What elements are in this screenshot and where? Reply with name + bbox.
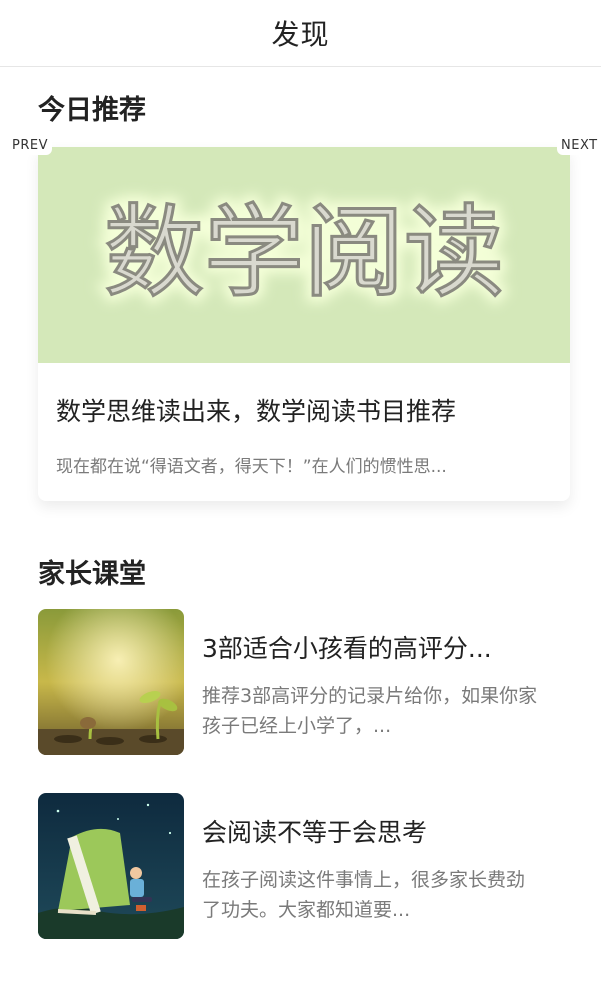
article-title: 会阅读不等于会思考 (202, 818, 428, 847)
section-title-today: 今日推荐 (38, 95, 146, 126)
section-title-parents: 家长课堂 (38, 559, 146, 590)
list-item-article-1[interactable]: 3部适合小孩看的高评分... 推荐3部高评分的记录片给你，如果你家孩子已经上小学… (38, 609, 578, 757)
article-summary: 推荐3部高评分的记录片给你，如果你家孩子已经上小学了，... (202, 685, 538, 737)
page-title: 发现 (271, 18, 330, 51)
top-nav-bar: 发现 (0, 0, 601, 67)
featured-article-title: 数学思维读出来，数学阅读书目推荐 (56, 397, 457, 426)
article-thumbnail-sprout (38, 609, 184, 755)
article-thumbnail-book-reader (38, 793, 184, 939)
list-item-article-2[interactable]: 会阅读不等于会思考 在孩子阅读这件事情上，很多家长费劲了功夫。大家都知道要... (38, 793, 578, 941)
featured-banner-image: 数学阅读 数学阅读 (38, 147, 570, 363)
featured-article-summary: 现在都在说“得语文者，得天下！”在人们的惯性思... (56, 457, 447, 477)
article-summary: 在孩子阅读这件事情上，很多家长费劲了功夫。大家都知道要... (202, 869, 526, 921)
featured-article-card[interactable]: 数学阅读 数学阅读 数学思维读出来，数学阅读书目推荐 现在都在说“得语文者，得天… (38, 147, 570, 501)
article-title: 3部适合小孩看的高评分... (202, 634, 492, 663)
carousel-prev-button[interactable]: PREV (8, 136, 52, 155)
banner-title-text: 数学阅读 (104, 194, 504, 311)
carousel-next-button[interactable]: NEXT (557, 136, 601, 155)
